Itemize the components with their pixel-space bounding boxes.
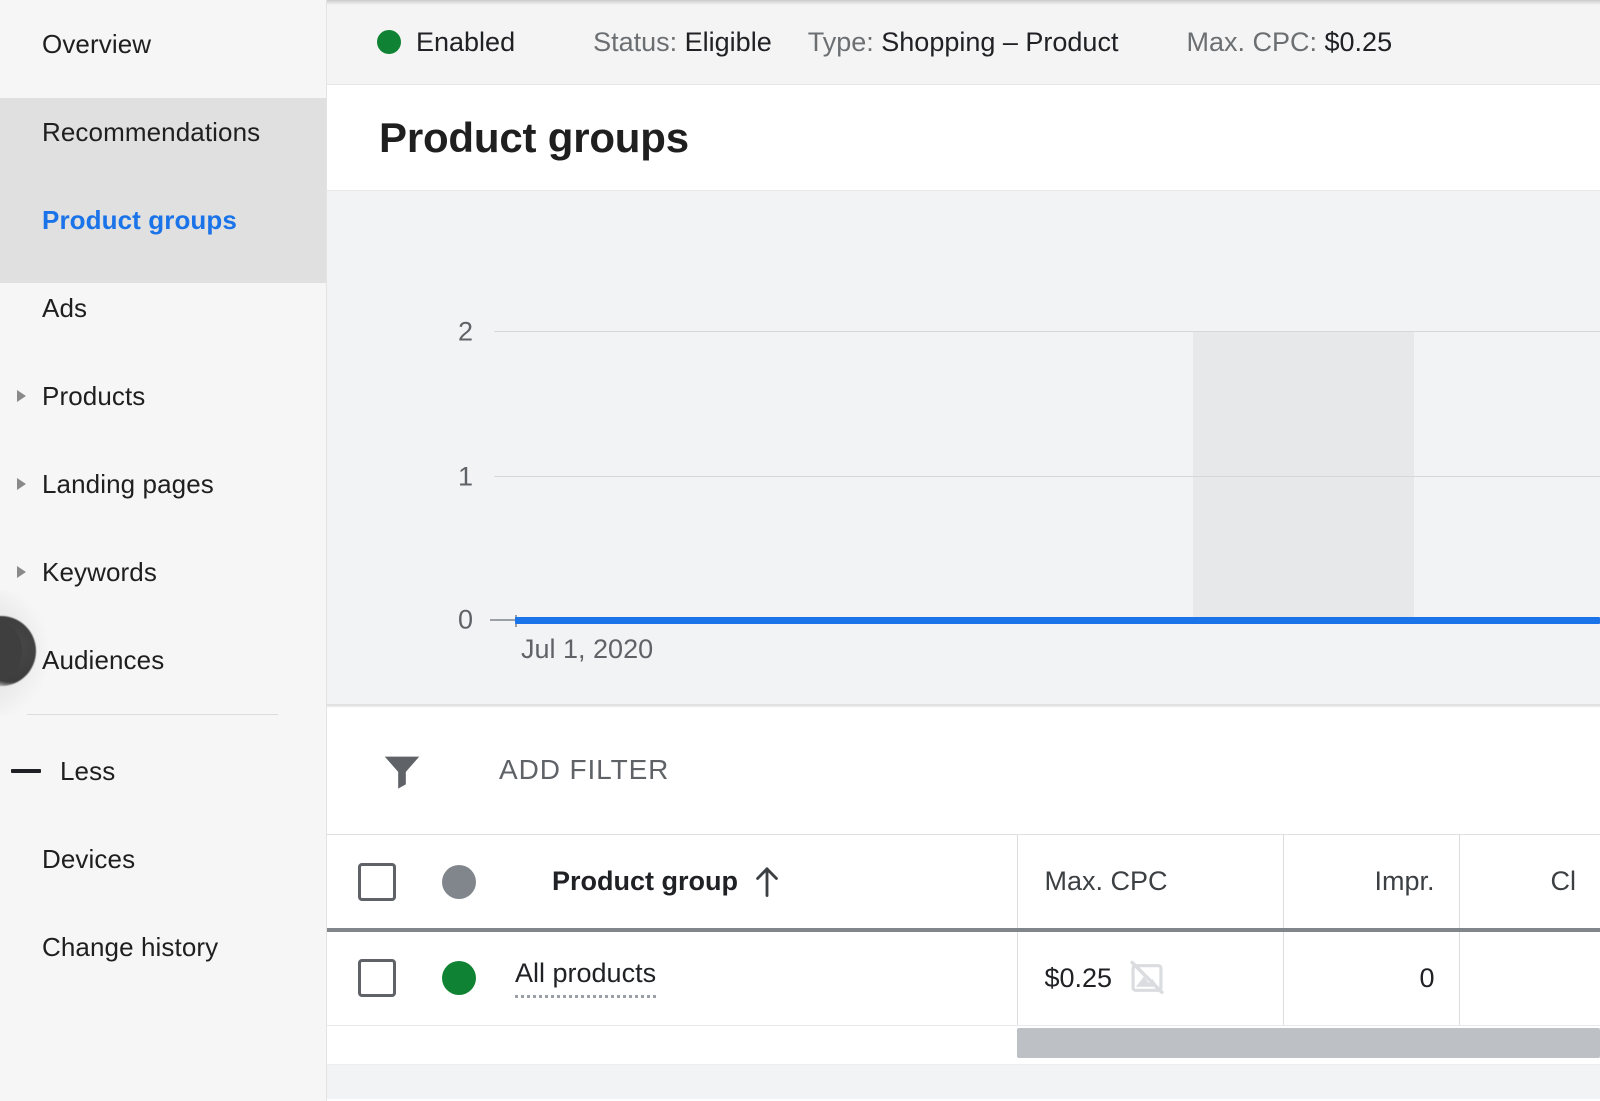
chart-series-line [515, 617, 1600, 624]
clicks-header[interactable]: Cl [1459, 835, 1600, 930]
row-select-cell [327, 930, 431, 1025]
type-field: Type: Shopping – Product [808, 27, 1119, 58]
sort-ascending-arrow-icon [754, 866, 780, 898]
sidebar-item-devices[interactable]: Devices [0, 815, 326, 903]
max-cpc-value: $0.25 [1325, 27, 1393, 57]
row-impressions-value: 0 [1419, 963, 1434, 993]
status-header [431, 835, 515, 930]
row-status-cell [431, 930, 515, 1025]
status-field: Status: Eligible [593, 27, 772, 58]
sidebar-item-label: Change history [42, 932, 218, 963]
row-product-group-cell: All products [515, 930, 1017, 1025]
product-groups-page: Overview Recommendations Product groups … [0, 0, 1600, 1101]
chevron-right-icon [17, 566, 26, 578]
sidebar-item-label: Product groups [42, 205, 237, 236]
no-image-icon [1128, 959, 1166, 997]
add-filter-button[interactable]: ADD FILTER [379, 747, 669, 793]
table-row[interactable]: All products $0.25 [327, 930, 1600, 1025]
product-groups-table: Product group Max. CPC Impr. [327, 835, 1600, 1026]
sidebar-show-less-button[interactable]: Less [0, 727, 326, 815]
enabled-label: Enabled [416, 27, 515, 58]
row-max-cpc-value[interactable]: $0.25 [1045, 963, 1113, 994]
filter-toolbar: ADD FILTER [327, 705, 1600, 835]
max-cpc-header[interactable]: Max. CPC [1017, 835, 1283, 930]
chevron-right-icon [17, 478, 26, 490]
max-cpc-header-label: Max. CPC [1045, 866, 1168, 896]
page-bottom-filler [327, 1065, 1600, 1099]
type-value: Shopping – Product [881, 27, 1118, 57]
table-header-row: Product group Max. CPC Impr. [327, 835, 1600, 930]
campaign-status-bar: Enabled Status: Eligible Type: Shopping … [327, 0, 1600, 85]
chart-highlight-band [1193, 331, 1414, 618]
table-horizontal-scroll-area [327, 1026, 1600, 1065]
funnel-icon [379, 747, 425, 793]
impressions-header[interactable]: Impr. [1283, 835, 1459, 930]
row-status-dot-icon [442, 961, 476, 995]
table-header: Product group Max. CPC Impr. [327, 835, 1600, 930]
sidebar-item-change-history[interactable]: Change history [0, 903, 326, 991]
select-all-header [327, 835, 431, 930]
row-impressions-cell: 0 [1283, 930, 1459, 1025]
sidebar-item-overview[interactable]: Overview [0, 0, 326, 88]
sidebar-item-label: Devices [42, 844, 135, 875]
chart-xtick-label: Jul 1, 2020 [521, 634, 653, 665]
sidebar-item-product-groups[interactable]: Product groups [0, 176, 326, 264]
page-title-bar: Product groups [327, 85, 1600, 191]
product-group-header[interactable]: Product group [515, 835, 1017, 930]
sidebar-item-keywords[interactable]: Keywords [0, 528, 326, 616]
max-cpc-key: Max. CPC: [1186, 27, 1317, 57]
type-key: Type: [808, 27, 874, 57]
clicks-header-label: Cl [1551, 866, 1577, 896]
chart-ytick-label: 0 [413, 605, 473, 636]
sidebar-item-recommendations[interactable]: Recommendations [0, 88, 326, 176]
row-max-cpc-cell: $0.25 [1017, 930, 1283, 1025]
row-checkbox[interactable] [358, 959, 396, 997]
page-title: Product groups [379, 114, 689, 162]
main-content: Enabled Status: Eligible Type: Shopping … [327, 0, 1600, 1101]
sidebar-divider [27, 714, 278, 715]
sidebar-item-label: Less [60, 756, 115, 787]
sidebar-item-products[interactable]: Products [0, 352, 326, 440]
status-value: Eligible [685, 27, 772, 57]
select-all-checkbox[interactable] [358, 863, 396, 901]
row-clicks-cell [1459, 930, 1600, 1025]
chart-ytick-label: 1 [413, 462, 473, 493]
status-key: Status: [593, 27, 677, 57]
chart-plot-area: 2 1 0 Jul 1, 2020 [327, 191, 1600, 704]
chart-gridline-2 [494, 331, 1600, 332]
sidebar-item-ads[interactable]: Ads [0, 264, 326, 352]
chart-ytick-label: 2 [413, 317, 473, 348]
sidebar-item-label: Ads [42, 293, 87, 324]
max-cpc-field: Max. CPC: $0.25 [1186, 27, 1392, 58]
status-dot-icon [377, 30, 401, 54]
product-group-link[interactable]: All products [515, 959, 656, 998]
sidebar-nav-list: Overview Recommendations Product groups … [0, 0, 326, 991]
add-filter-label: ADD FILTER [499, 754, 669, 786]
enabled-state: Enabled [377, 27, 515, 58]
chart-gridline-1 [494, 476, 1600, 477]
sidebar-item-label: Recommendations [42, 117, 260, 148]
status-filter-dot-icon[interactable] [442, 865, 476, 899]
product-groups-table-wrap: Product group Max. CPC Impr. [327, 835, 1600, 1099]
horizontal-scrollbar-thumb[interactable] [1017, 1028, 1600, 1058]
sidebar-item-label: Overview [42, 29, 151, 60]
impressions-header-label: Impr. [1374, 866, 1434, 896]
sidebar-item-label: Keywords [42, 557, 157, 588]
minus-icon [11, 769, 41, 773]
chart-axis-stub [490, 619, 516, 621]
sidebar-item-label: Products [42, 381, 145, 412]
left-sidebar: Overview Recommendations Product groups … [0, 0, 327, 1101]
performance-chart: 2 1 0 Jul 1, 2020 [327, 191, 1600, 705]
sidebar-item-label: Landing pages [42, 469, 214, 500]
product-group-header-label: Product group [552, 866, 738, 897]
chevron-right-icon [17, 390, 26, 402]
table-body: All products $0.25 [327, 930, 1600, 1025]
sidebar-item-landing-pages[interactable]: Landing pages [0, 440, 326, 528]
